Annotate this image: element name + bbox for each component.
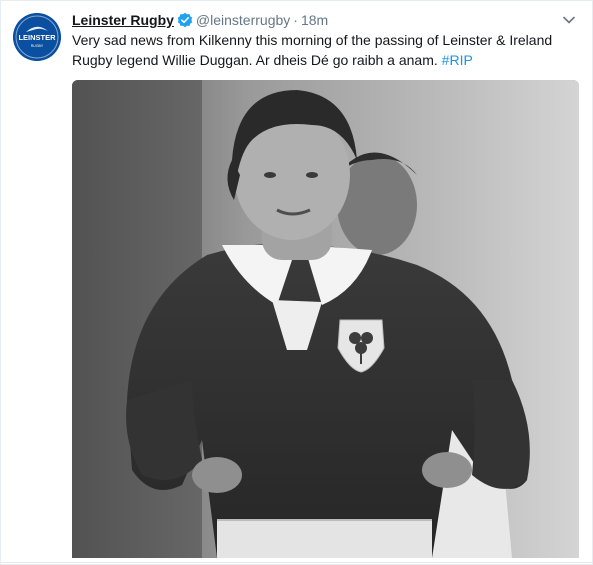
tweet-text: Very sad news from Kilkenny this morning… bbox=[72, 30, 572, 70]
separator-dot: · bbox=[293, 12, 298, 28]
display-name[interactable]: Leinster Rugby bbox=[72, 12, 174, 28]
hashtag-link[interactable]: #RIP bbox=[442, 52, 473, 68]
divider bbox=[1, 562, 592, 563]
username-handle[interactable]: @leinsterrugby bbox=[196, 12, 290, 28]
avatar[interactable]: LEINSTER RUGBY bbox=[13, 13, 61, 61]
avatar-logo-subtext: RUGBY bbox=[31, 44, 44, 48]
avatar-logo-text: LEINSTER bbox=[18, 33, 56, 42]
chevron-down-icon[interactable] bbox=[562, 13, 576, 27]
leinster-rugby-logo-icon: LEINSTER RUGBY bbox=[13, 13, 61, 61]
timestamp[interactable]: 18m bbox=[301, 12, 328, 28]
tweet-photo[interactable] bbox=[72, 80, 579, 558]
tweet-body: Very sad news from Kilkenny this morning… bbox=[72, 32, 553, 68]
tweet-photo-image bbox=[72, 80, 579, 558]
tweet-card[interactable]: LEINSTER RUGBY Leinster Rugby @leinsterru… bbox=[0, 0, 593, 565]
